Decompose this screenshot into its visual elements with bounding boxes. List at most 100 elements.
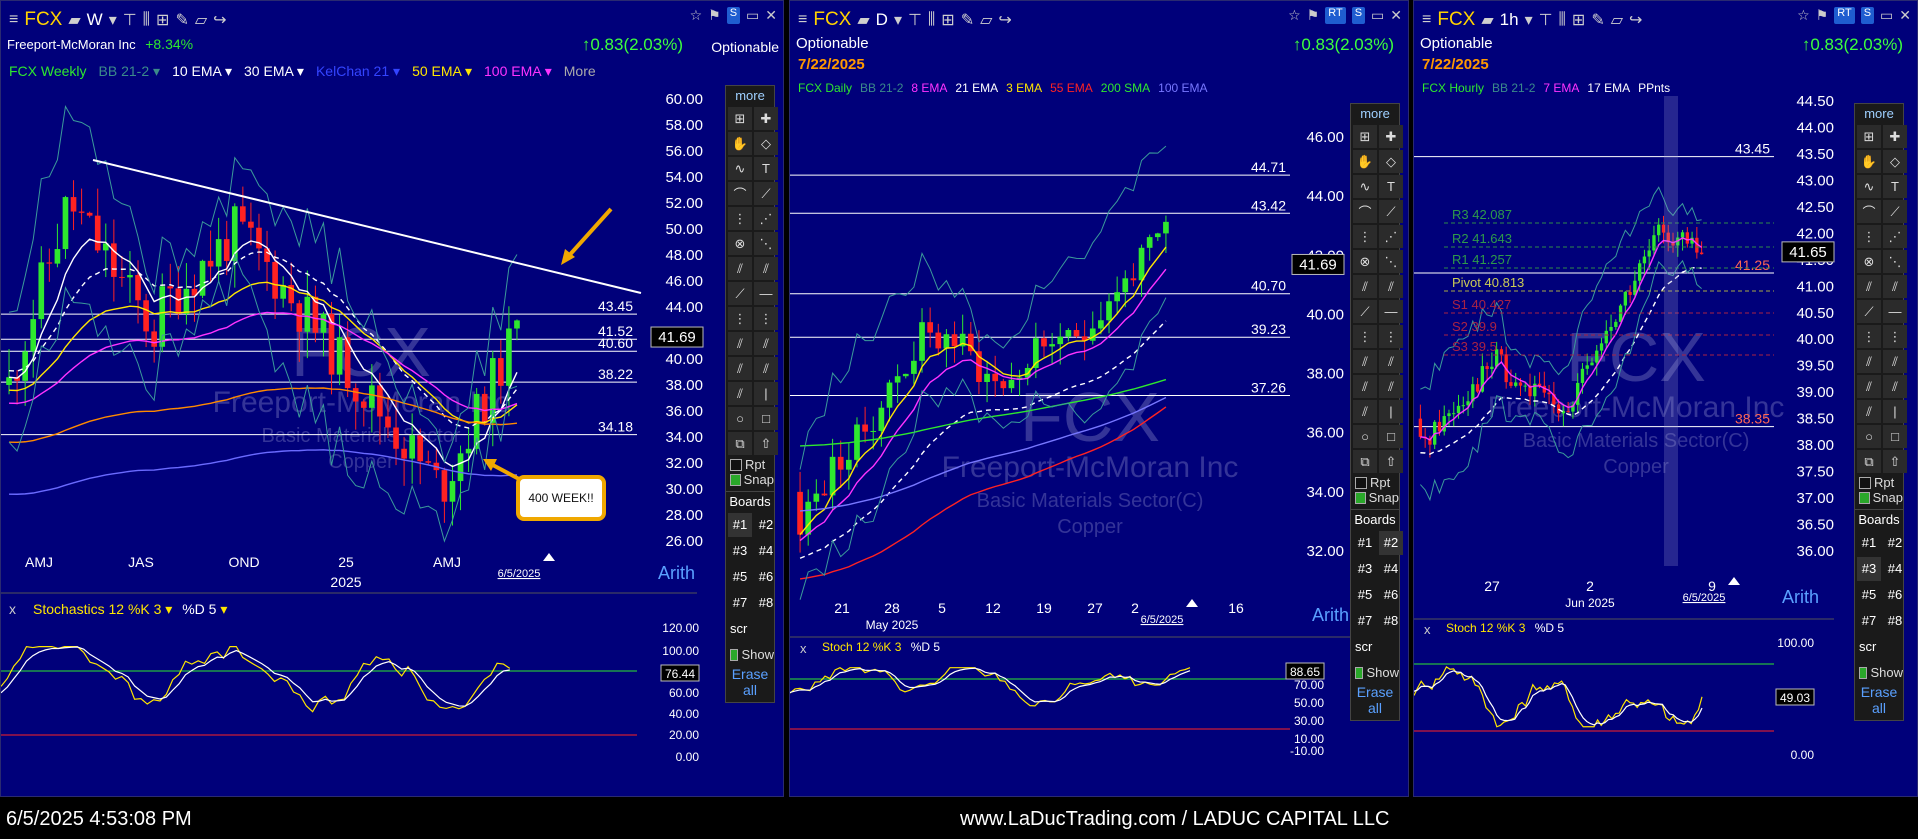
drawing-tool-icon[interactable]: ⇧ <box>1379 450 1403 473</box>
more-tools-button[interactable]: more <box>1855 104 1903 123</box>
drawing-tool-icon[interactable]: ⟋ <box>1857 300 1881 323</box>
drawing-tool-icon[interactable]: ⋰ <box>1379 225 1403 248</box>
drawing-tool-icon[interactable]: | <box>754 382 778 405</box>
drawing-tool-icon[interactable]: ✚ <box>754 107 778 130</box>
drawing-tool-icon[interactable]: ⋱ <box>1379 250 1403 273</box>
show-checkbox[interactable]: Show <box>1855 659 1903 680</box>
board-4-button[interactable]: #4 <box>1883 557 1907 581</box>
drawing-tool-icon[interactable]: ⫽ <box>754 357 778 380</box>
board-7-button[interactable]: #7 <box>1353 609 1377 633</box>
rpt-checkbox[interactable]: Rpt <box>1855 475 1903 490</box>
board-1-button[interactable]: #1 <box>1857 531 1881 555</box>
snap-checkbox[interactable]: Snap <box>1855 490 1903 505</box>
board-4-button[interactable]: #4 <box>754 539 778 563</box>
drawing-tool-icon[interactable]: ⋮ <box>1857 325 1881 348</box>
board-3-button[interactable]: #3 <box>1353 557 1377 581</box>
drawing-tool-icon[interactable]: T <box>1379 175 1403 198</box>
board-3-button[interactable]: #3 <box>728 539 752 563</box>
board-7-button[interactable]: #7 <box>728 591 752 615</box>
drawing-tool-icon[interactable]: ⫽ <box>1857 350 1881 373</box>
drawing-tool-icon[interactable]: ○ <box>1353 425 1377 448</box>
board-5-button[interactable]: #5 <box>1857 583 1881 607</box>
drawing-tool-icon[interactable]: ⟋ <box>728 282 752 305</box>
drawing-tool-icon[interactable]: ⫽ <box>728 257 752 280</box>
drawing-tool-icon[interactable]: ⧉ <box>728 432 752 455</box>
drawing-tool-icon[interactable]: ⋮ <box>1379 325 1403 348</box>
drawing-tool-icon[interactable]: | <box>1883 400 1907 423</box>
drawing-tool-icon[interactable]: ◇ <box>1379 150 1403 173</box>
drawing-tool-icon[interactable]: ⫽ <box>1353 275 1377 298</box>
board-2-button[interactable]: #2 <box>1883 531 1907 555</box>
hourly-price-chart[interactable]: FCXFreeport-McMoran IncBasic Materials S… <box>1414 1 1918 797</box>
drawing-tool-icon[interactable]: ⫽ <box>1379 275 1403 298</box>
drawing-tool-icon[interactable]: ⧉ <box>1353 450 1377 473</box>
drawing-tool-icon[interactable]: ⊞ <box>728 107 752 130</box>
drawing-tool-icon[interactable]: ⫽ <box>1883 275 1907 298</box>
drawing-tool-icon[interactable]: ⋮ <box>728 307 752 330</box>
drawing-tool-icon[interactable]: — <box>1379 300 1403 323</box>
stoch-close-icon[interactable]: x <box>9 601 16 617</box>
arith-label[interactable]: Arith <box>658 563 695 584</box>
drawing-tool-icon[interactable]: ⫽ <box>1379 375 1403 398</box>
erase-all-button[interactable]: Erase all <box>726 662 774 702</box>
board-2-button[interactable]: #2 <box>1379 531 1403 555</box>
drawing-tool-icon[interactable]: □ <box>1379 425 1403 448</box>
daily-price-chart[interactable]: FCXFreeport-McMoran IncBasic Materials S… <box>790 1 1409 797</box>
drawing-tool-icon[interactable]: | <box>1379 400 1403 423</box>
drawing-tool-icon[interactable]: ◇ <box>754 132 778 155</box>
scr-button[interactable]: scr <box>726 617 774 641</box>
drawing-tool-icon[interactable]: ⫽ <box>754 257 778 280</box>
more-tools-button[interactable]: more <box>1351 104 1399 123</box>
drawing-tool-icon[interactable]: □ <box>754 407 778 430</box>
drawing-tool-icon[interactable]: □ <box>1883 425 1907 448</box>
drawing-tool-icon[interactable]: ⋰ <box>1883 225 1907 248</box>
daily-chart-panel[interactable]: ≡ FCX ▰ D ▾ ⊤ ⫼ ⊞ ✎ ▱ ↪ ☆ ⚑ RT S ▭ ✕ Opt… <box>789 0 1409 797</box>
drawing-tool-icon[interactable]: ⟋ <box>754 182 778 205</box>
drawing-tool-icon[interactable]: ∿ <box>728 157 752 180</box>
drawing-tool-icon[interactable]: ⫽ <box>728 357 752 380</box>
drawing-tool-icon[interactable]: ⋮ <box>1857 225 1881 248</box>
drawing-tool-icon[interactable]: ✋ <box>1353 150 1377 173</box>
drawing-tool-icon[interactable]: ⧉ <box>1857 450 1881 473</box>
board-2-button[interactable]: #2 <box>754 513 778 537</box>
drawing-tool-icon[interactable]: ✚ <box>1883 125 1907 148</box>
drawing-tool-icon[interactable]: — <box>1883 300 1907 323</box>
board-8-button[interactable]: #8 <box>1379 609 1403 633</box>
board-6-button[interactable]: #6 <box>1883 583 1907 607</box>
board-1-button[interactable]: #1 <box>728 513 752 537</box>
drawing-tool-icon[interactable]: ⊗ <box>728 232 752 255</box>
drawing-tool-icon[interactable]: ○ <box>1857 425 1881 448</box>
drawing-tool-icon[interactable]: ⋮ <box>1353 325 1377 348</box>
drawing-tool-icon[interactable]: ⊗ <box>1857 250 1881 273</box>
board-8-button[interactable]: #8 <box>754 591 778 615</box>
drawing-tool-icon[interactable]: ⟋ <box>1883 200 1907 223</box>
drawing-tool-icon[interactable]: ⊞ <box>1353 125 1377 148</box>
drawing-tool-icon[interactable]: ∿ <box>1353 175 1377 198</box>
drawing-tool-icon[interactable]: ⋮ <box>728 207 752 230</box>
board-4-button[interactable]: #4 <box>1379 557 1403 581</box>
drawing-tool-icon[interactable]: ⋮ <box>754 307 778 330</box>
drawing-tool-icon[interactable]: ✚ <box>1379 125 1403 148</box>
drawing-tool-icon[interactable]: ⫽ <box>1353 400 1377 423</box>
board-1-button[interactable]: #1 <box>1353 531 1377 555</box>
drawing-tool-icon[interactable]: ∿ <box>1857 175 1881 198</box>
board-5-button[interactable]: #5 <box>1353 583 1377 607</box>
drawing-tool-icon[interactable]: T <box>1883 175 1907 198</box>
drawing-tool-icon[interactable]: ⫽ <box>1883 350 1907 373</box>
rpt-checkbox[interactable]: Rpt <box>1351 475 1399 490</box>
drawing-tool-icon[interactable]: ⫽ <box>1857 375 1881 398</box>
drawing-tool-icon[interactable]: — <box>754 282 778 305</box>
drawing-tool-icon[interactable]: ⊞ <box>1857 125 1881 148</box>
footer-site[interactable]: www.LaDucTrading.com / LADUC CAPITAL LLC <box>960 808 1389 831</box>
drawing-tool-icon[interactable]: ⟋ <box>1353 300 1377 323</box>
drawing-tool-icon[interactable]: ⫽ <box>728 382 752 405</box>
board-6-button[interactable]: #6 <box>754 565 778 589</box>
drawing-tool-icon[interactable]: ⋮ <box>1883 325 1907 348</box>
drawing-tool-icon[interactable]: ⇧ <box>754 432 778 455</box>
snap-checkbox[interactable]: Snap <box>1351 490 1399 505</box>
show-checkbox[interactable]: Show <box>726 641 774 662</box>
drawing-tool-icon[interactable]: ⫽ <box>1379 350 1403 373</box>
drawing-tool-icon[interactable]: ⫽ <box>1883 375 1907 398</box>
drawing-tool-icon[interactable]: ⟋ <box>1379 200 1403 223</box>
drawing-tool-icon[interactable]: ⫽ <box>728 332 752 355</box>
